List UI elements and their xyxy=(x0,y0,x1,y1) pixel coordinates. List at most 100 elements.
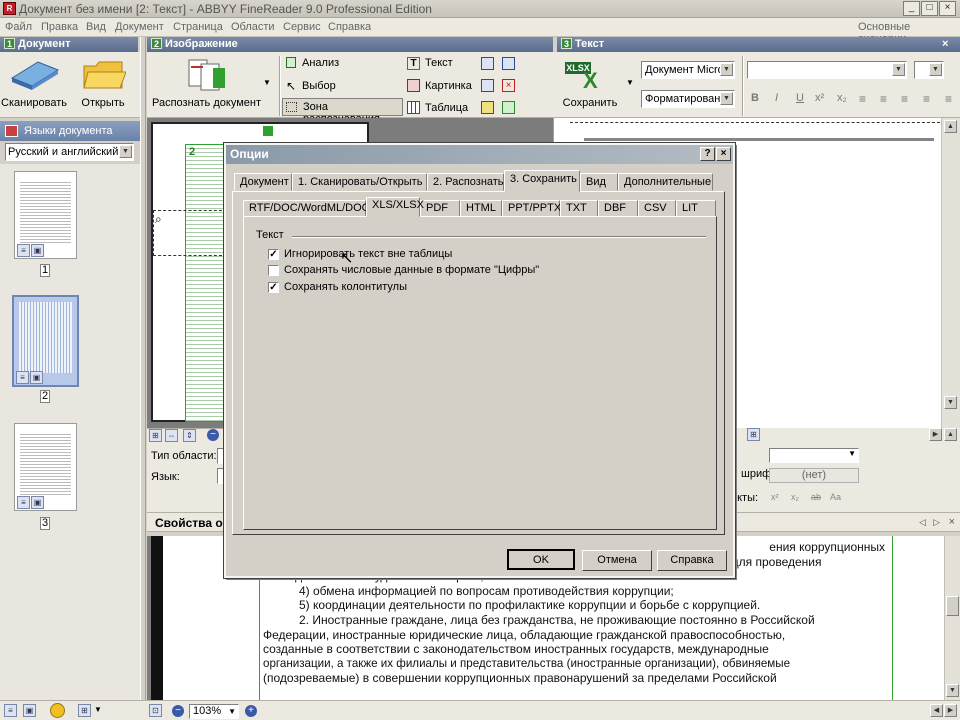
view-mode-icon[interactable]: ⊞ xyxy=(78,704,91,717)
delete-area-icon[interactable]: × xyxy=(502,79,515,92)
splitter[interactable] xyxy=(140,37,146,700)
folder-icon[interactable] xyxy=(82,58,127,90)
menu-document[interactable]: Документ xyxy=(115,21,164,33)
scroll-down-icon[interactable]: ▼ xyxy=(946,684,959,697)
table-split-icon[interactable] xyxy=(481,79,494,92)
formatting-mode-select[interactable]: Форматирован ▼ xyxy=(641,90,735,108)
scan-button[interactable]: Сканировать xyxy=(0,97,68,109)
fit-width-icon[interactable]: ⇔ xyxy=(165,429,178,442)
subtab-csv[interactable]: CSV xyxy=(638,200,676,217)
text-area-icon[interactable]: T xyxy=(407,57,420,70)
table-columns-icon[interactable] xyxy=(502,57,515,70)
close-text-panel-icon[interactable]: × xyxy=(942,38,955,50)
fit-height-icon[interactable]: ⇕ xyxy=(183,429,196,442)
next-icon[interactable]: ▷ xyxy=(933,517,940,528)
save-format-select[interactable]: Документ Micro ▼ xyxy=(641,61,735,79)
subtab-txt[interactable]: TXT xyxy=(560,200,598,217)
table-area-tool[interactable]: Таблица xyxy=(425,102,468,114)
menu-service[interactable]: Сервис xyxy=(283,21,321,33)
select-tool[interactable]: Выбор xyxy=(302,80,336,92)
zoom-out-icon[interactable]: − xyxy=(172,705,184,717)
table-grid-icon[interactable] xyxy=(481,57,494,70)
dialog-help-button[interactable]: ? xyxy=(700,147,715,161)
indent-icon[interactable]: ≡ xyxy=(945,92,952,106)
subscript-button[interactable]: x₂ xyxy=(837,92,847,104)
chevron-down-icon[interactable]: ▼ xyxy=(228,705,236,718)
wizard-icon[interactable] xyxy=(50,703,65,718)
save-dropdown-icon[interactable]: ▼ xyxy=(626,78,634,87)
chevron-down-icon[interactable]: ▼ xyxy=(720,92,733,105)
picture-area-icon[interactable] xyxy=(407,79,420,92)
picture-area-tool[interactable]: Картинка xyxy=(425,80,472,92)
tab-document[interactable]: Документ xyxy=(234,173,292,191)
scroll-right-icon[interactable]: ▶ xyxy=(944,704,957,717)
chevron-down-icon[interactable]: ▼ xyxy=(929,63,942,76)
bold-button[interactable]: B xyxy=(751,92,759,104)
subtab-rtf[interactable]: RTF/DOC/WordML/DOCX xyxy=(243,200,377,217)
recognize-dropdown-icon[interactable]: ▼ xyxy=(263,78,271,87)
fit-page-icon[interactable]: ⊞ xyxy=(149,429,162,442)
subtab-html[interactable]: HTML xyxy=(460,200,502,217)
maximize-button[interactable]: □ xyxy=(921,1,938,16)
menu-view[interactable]: Вид xyxy=(86,21,106,33)
effect-subscript[interactable]: x₂ xyxy=(791,492,799,502)
chevron-down-icon[interactable]: ▼ xyxy=(119,145,132,158)
subtab-xls[interactable]: XLS/XLSX xyxy=(366,197,424,217)
scroll-left-icon[interactable]: ◀ xyxy=(930,704,943,717)
underline-button[interactable]: U xyxy=(796,92,804,104)
menu-page[interactable]: Страница xyxy=(173,21,223,33)
font-size-select[interactable]: ▼ xyxy=(914,61,944,79)
view-dropdown-icon[interactable]: ▼ xyxy=(94,705,102,714)
page-thumbnail-2[interactable]: ≡ ▣ xyxy=(12,295,79,387)
xlsx-save-icon[interactable]: XLSX X xyxy=(565,60,605,92)
analyze-icon[interactable] xyxy=(286,57,296,68)
cancel-button[interactable]: Отмена xyxy=(582,550,652,571)
pages-list-icon[interactable]: ≡ xyxy=(4,704,17,717)
menu-file[interactable]: Файл xyxy=(5,21,32,33)
save-button[interactable]: Сохранить xyxy=(553,97,627,109)
superscript-button[interactable]: x² xyxy=(815,92,824,104)
menu-areas[interactable]: Области xyxy=(231,21,275,33)
prev-icon[interactable]: ◁ xyxy=(919,517,926,528)
scroll-up-icon[interactable]: ▲ xyxy=(944,120,957,133)
minimize-button[interactable]: _ xyxy=(903,1,920,16)
table-view-icon[interactable]: ⊞ xyxy=(747,428,760,441)
tab-advanced[interactable]: Дополнительные xyxy=(618,173,713,191)
align-right-icon[interactable]: ≡ xyxy=(901,92,908,106)
scroll-down-icon[interactable]: ▼ xyxy=(944,396,957,409)
effect-strikethrough[interactable]: ab xyxy=(811,492,821,502)
close-window-button[interactable]: × xyxy=(939,1,956,16)
justify-icon[interactable]: ≡ xyxy=(923,92,930,106)
dialog-close-button[interactable]: × xyxy=(716,147,731,161)
tab-recognize[interactable]: 2. Распознать xyxy=(427,173,504,191)
align-left-icon[interactable]: ≡ xyxy=(859,92,866,106)
ignore-text-checkbox[interactable]: ✓ xyxy=(268,249,279,260)
table-area-icon[interactable] xyxy=(407,101,420,114)
open-button[interactable]: Открыть xyxy=(72,97,134,109)
scroll-up-icon[interactable]: ▲ xyxy=(944,428,957,441)
chevron-down-icon[interactable]: ▼ xyxy=(720,63,733,76)
zoom-in-icon[interactable]: + xyxy=(245,705,257,717)
recognize-icon[interactable] xyxy=(187,58,229,91)
recognize-document-button[interactable]: Распознать документ xyxy=(149,97,264,109)
area-handle[interactable] xyxy=(263,126,273,136)
tab-scan-open[interactable]: 1. Сканировать/Открыть xyxy=(292,173,427,191)
recognition-area-tool[interactable]: Зона распознавания xyxy=(282,98,403,125)
chevron-down-icon[interactable]: ▼ xyxy=(848,449,856,458)
ignore-text-label[interactable]: Игнорировать текст вне таблицы xyxy=(284,248,452,260)
menu-edit[interactable]: Правка xyxy=(41,21,78,33)
numeric-format-label[interactable]: Сохранять числовые данные в формате "Циф… xyxy=(284,264,539,276)
text-area-tool[interactable]: Текст xyxy=(425,57,453,69)
font-value-box[interactable]: (нет) xyxy=(769,468,859,483)
page-thumbnail-3[interactable]: ≡ ▣ xyxy=(14,423,77,511)
page-thumbnail-1[interactable]: ≡ ▣ xyxy=(14,171,77,259)
text-scrollbar[interactable]: ▲ ▼ xyxy=(941,118,960,428)
subtab-pdf[interactable]: PDF xyxy=(420,200,460,217)
chevron-down-icon[interactable]: ▼ xyxy=(892,63,905,76)
subtab-lit[interactable]: LIT xyxy=(676,200,716,217)
scroll-thumb[interactable] xyxy=(946,596,959,616)
analyze-tool[interactable]: Анализ xyxy=(302,57,339,69)
numeric-format-checkbox[interactable] xyxy=(268,265,279,276)
effect-superscript[interactable]: x² xyxy=(771,492,779,502)
cursor-icon[interactable]: ↖ xyxy=(286,79,296,93)
